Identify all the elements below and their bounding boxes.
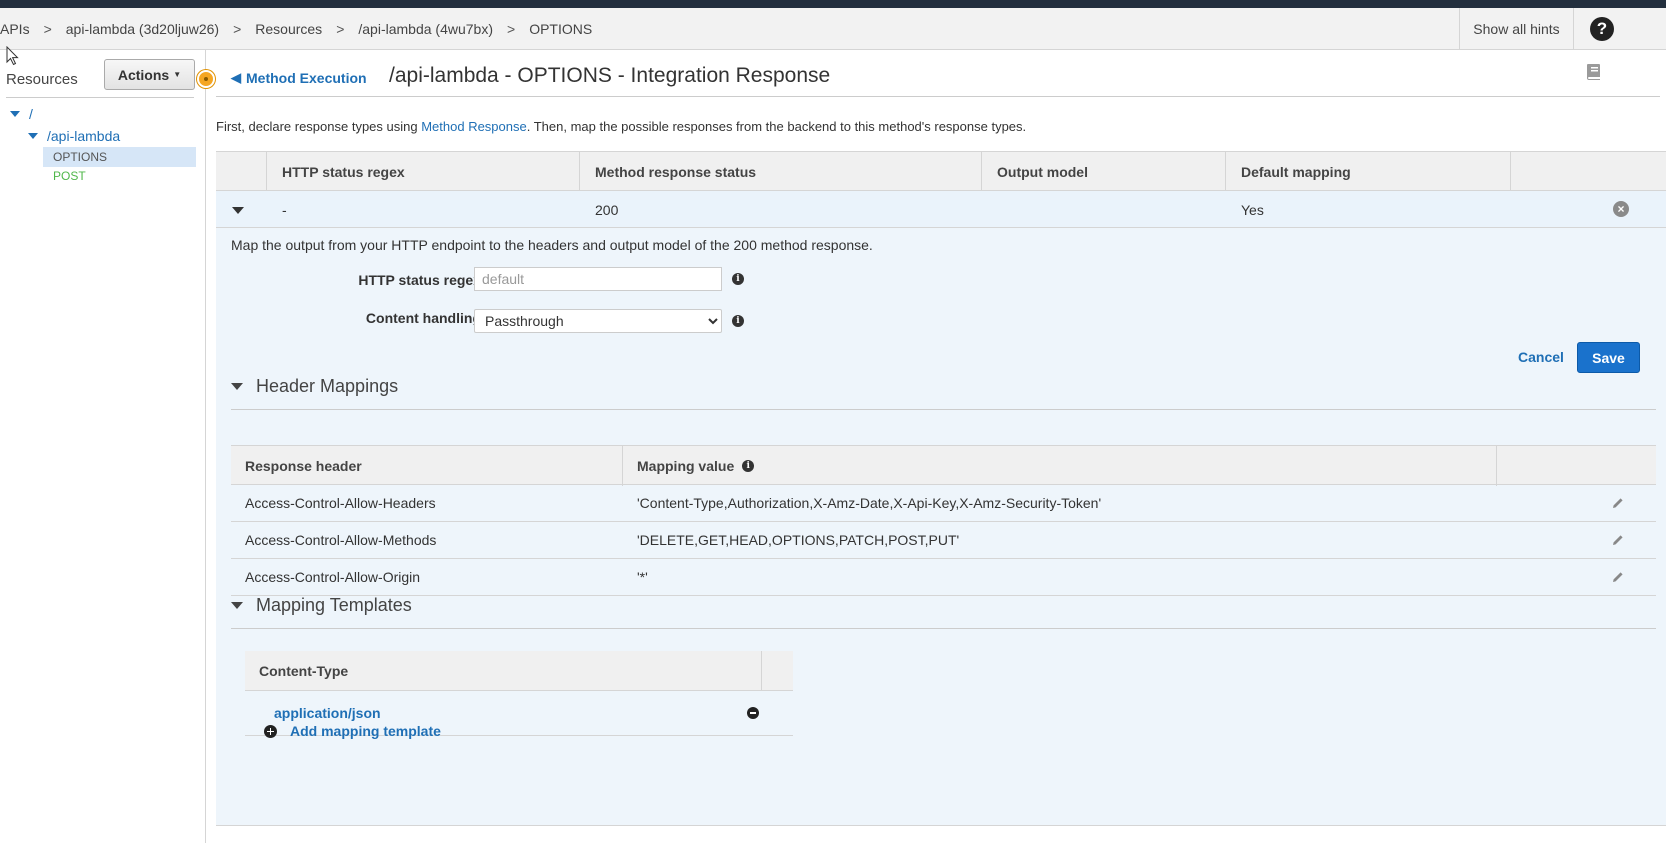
breadcrumb-apis[interactable]: APIs: [0, 21, 30, 37]
row-method-status: 200: [595, 201, 619, 218]
breadcrumb-bar: APIs > api-lambda (3d20ljuw26) > Resourc…: [0, 8, 1666, 50]
table-header: Response header Mapping value i: [231, 445, 1656, 486]
remove-template-icon[interactable]: [747, 707, 759, 719]
table-row: Access-Control-Allow-Methods 'DELETE,GET…: [231, 522, 1656, 559]
mouse-pointer-icon: [6, 46, 19, 66]
response-header-cell: Access-Control-Allow-Headers: [245, 495, 436, 511]
header-mappings-toggle[interactable]: Header Mappings: [231, 376, 398, 397]
table-row[interactable]: - 200 Yes ×: [216, 191, 1666, 228]
mapping-value-label: Mapping value: [637, 458, 735, 474]
collapse-caret-icon: [231, 383, 243, 390]
collapse-caret-icon: [231, 602, 243, 609]
expand-caret-icon[interactable]: [10, 111, 20, 117]
book-icon[interactable]: [1585, 62, 1603, 82]
breadcrumb-method: OPTIONS: [529, 21, 593, 37]
regex-label: HTTP status regex: [358, 272, 481, 288]
column-header-content-type: Content-Type: [245, 651, 762, 691]
arrow-left-icon: ◀: [231, 70, 241, 85]
table-header: Content-Type: [245, 651, 793, 691]
response-header-cell: Access-Control-Allow-Origin: [245, 569, 421, 585]
integration-response-table: HTTP status regex Method response status…: [216, 151, 1666, 228]
column-header-method-status: Method response status: [579, 152, 981, 192]
breadcrumb-separator: >: [43, 21, 52, 37]
title-divider: [216, 96, 1660, 97]
table-header: HTTP status regex Method response status…: [216, 151, 1666, 192]
breadcrumb-separator: >: [336, 21, 345, 37]
resources-title: Resources: [6, 71, 78, 88]
expand-caret-icon[interactable]: [28, 133, 38, 139]
chevron-down-icon: ▼: [173, 70, 182, 79]
tree-node-root[interactable]: /: [10, 106, 33, 122]
back-link-label: Method Execution: [246, 70, 367, 86]
cancel-button[interactable]: Cancel: [1518, 349, 1564, 365]
column-header-regex: HTTP status regex: [266, 152, 579, 192]
help-icon[interactable]: ?: [1590, 17, 1614, 41]
detail-description: Map the output from your HTTP endpoint t…: [231, 237, 873, 253]
content-handling-label: Content handling: [365, 310, 481, 326]
add-mapping-template-label: Add mapping template: [290, 723, 441, 739]
breadcrumb-separator: >: [507, 21, 516, 37]
actions-label: Actions: [117, 66, 170, 83]
breadcrumb-separator: >: [233, 21, 242, 37]
breadcrumb: APIs > api-lambda (3d20ljuw26) > Resourc…: [0, 8, 592, 50]
header-mappings-title: Header Mappings: [256, 376, 399, 396]
method-response-link[interactable]: Method Response: [421, 119, 527, 134]
sidebar-item-post[interactable]: POST: [43, 166, 196, 186]
mapping-value-cell: 'DELETE,GET,HEAD,OPTIONS,PATCH,POST,PUT': [637, 532, 960, 548]
header-mappings-table: Response header Mapping value i Access-C…: [231, 445, 1656, 596]
info-icon[interactable]: i: [732, 315, 744, 327]
column-header-default-mapping: Default mapping: [1225, 152, 1510, 192]
console-top-strip: [0, 0, 1666, 8]
column-header-response-header: Response header: [231, 446, 623, 486]
pencil-icon[interactable]: [1611, 496, 1625, 510]
regex-input[interactable]: [474, 267, 722, 291]
tree-node-root-link[interactable]: /: [29, 106, 33, 122]
mapping-value-cell: 'Content-Type,Authorization,X-Amz-Date,X…: [637, 495, 1102, 511]
tree-node-api-lambda[interactable]: /api-lambda: [28, 128, 120, 144]
actions-button[interactable]: Actions ▼: [104, 59, 195, 90]
method-execution-back-link[interactable]: ◀ Method Execution: [231, 70, 367, 86]
info-icon[interactable]: i: [742, 460, 755, 472]
intro-text-end: . Then, map the possible responses from …: [526, 119, 1027, 134]
mapping-templates-toggle[interactable]: Mapping Templates: [231, 595, 412, 616]
delete-response-icon[interactable]: ×: [1613, 201, 1629, 217]
tree-node-api-lambda-link[interactable]: /api-lambda: [47, 128, 120, 144]
mapping-templates-title: Mapping Templates: [256, 595, 412, 615]
breadcrumb-resources[interactable]: Resources: [255, 21, 322, 37]
table-row: Access-Control-Allow-Origin '*': [231, 559, 1656, 596]
save-button[interactable]: Save: [1577, 342, 1640, 373]
add-mapping-template-button[interactable]: Add mapping template: [264, 723, 441, 739]
column-header-output-model: Output model: [981, 152, 1225, 192]
collapse-caret-icon[interactable]: [232, 207, 244, 214]
table-row: Access-Control-Allow-Headers 'Content-Ty…: [231, 485, 1656, 522]
column-header-mapping-value: Mapping value i: [623, 446, 1497, 486]
breadcrumb-resource[interactable]: /api-lambda (4wu7bx): [358, 21, 493, 37]
integration-response-detail: Map the output from your HTTP endpoint t…: [216, 228, 1666, 826]
intro-text-start: First, declare response types using: [216, 119, 422, 134]
column-header-actions: [1510, 152, 1666, 192]
mapping-value-cell: '*': [637, 569, 648, 585]
info-icon[interactable]: i: [732, 273, 744, 285]
show-all-hints-button[interactable]: Show all hints: [1459, 8, 1574, 50]
pencil-icon[interactable]: [1611, 533, 1625, 547]
breadcrumb-api[interactable]: api-lambda (3d20ljuw26): [66, 21, 219, 37]
panel-divider: [6, 97, 194, 98]
resources-panel: Resources Actions ▼ / /api-lambda OPTION…: [0, 50, 215, 843]
panel-resize-handle[interactable]: [197, 70, 215, 88]
section-divider: [231, 628, 1656, 629]
sidebar-item-options[interactable]: OPTIONS: [43, 147, 196, 167]
response-header-cell: Access-Control-Allow-Methods: [245, 532, 437, 548]
row-default-mapping: Yes: [1241, 201, 1264, 218]
section-divider: [231, 409, 1656, 410]
intro-text: First, declare response types using Meth…: [216, 119, 1026, 134]
pencil-icon[interactable]: [1611, 570, 1625, 584]
row-regex: -: [282, 201, 287, 218]
content-handling-select[interactable]: Passthrough: [474, 309, 722, 333]
page-title: /api-lambda - OPTIONS - Integration Resp…: [389, 64, 831, 87]
plus-circle-icon: [264, 724, 277, 738]
